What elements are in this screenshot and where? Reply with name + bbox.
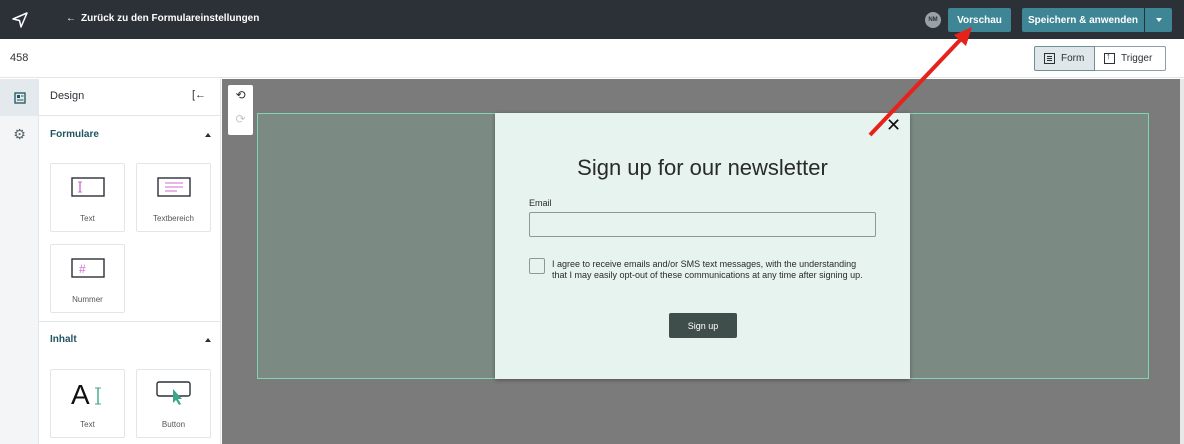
back-arrow-icon: ← [66, 13, 76, 24]
undo-icon[interactable]: ⟲ [228, 88, 253, 108]
tab-form[interactable]: Form [1034, 46, 1095, 71]
button-icon [155, 381, 191, 405]
history-controls: ⟲ ⟳ [228, 85, 253, 135]
form-icon [1044, 53, 1055, 64]
signup-modal[interactable]: ✕ Sign up for our newsletter Email I agr… [495, 113, 910, 379]
element-label: Nummer [72, 295, 103, 304]
consent-text: I agree to receive emails and/or SMS tex… [552, 259, 863, 280]
avatar[interactable]: NM [925, 12, 941, 28]
redo-icon[interactable]: ⟳ [228, 112, 253, 132]
layout-icon [13, 91, 26, 104]
sub-bar: 458 Form Trigger [0, 39, 1184, 78]
consent-checkbox[interactable] [529, 258, 545, 274]
section-inhalt-header[interactable]: Inhalt [39, 322, 221, 358]
textarea-icon [156, 177, 191, 197]
left-rail: ⚙ [0, 79, 39, 444]
preview-button[interactable]: Vorschau [948, 8, 1011, 32]
chevron-up-icon [205, 338, 211, 342]
element-label: Textbereich [153, 214, 194, 223]
svg-text:A: A [71, 379, 90, 408]
section-formulare-header[interactable]: Formulare [39, 117, 221, 153]
top-bar: ← Zurück zu den Formulareinstellungen NM … [0, 0, 1184, 39]
gear-icon[interactable]: ⚙ [0, 116, 39, 153]
element-content-button[interactable]: Button [136, 369, 211, 438]
collapse-panel-icon[interactable]: [← [192, 89, 206, 101]
text-field-icon [70, 177, 105, 197]
tab-trigger-label: Trigger [1121, 53, 1153, 64]
email-label: Email [529, 198, 552, 208]
rail-design[interactable] [0, 79, 39, 116]
number-icon: # [70, 258, 105, 278]
close-icon[interactable]: ✕ [886, 115, 901, 136]
signup-button[interactable]: Sign up [669, 313, 737, 338]
element-content-text[interactable]: A Text [50, 369, 125, 438]
element-number[interactable]: # Nummer [50, 244, 125, 313]
chevron-up-icon [205, 133, 211, 137]
element-label: Button [161, 420, 186, 429]
svg-text:#: # [79, 262, 86, 276]
element-textarea[interactable]: Textbereich [136, 163, 211, 232]
element-label: Text [80, 420, 95, 429]
section-title: Formulare [50, 129, 99, 140]
section-title: Inhalt [50, 334, 77, 345]
scrollbar[interactable] [1180, 79, 1184, 444]
save-apply-button[interactable]: Speichern & anwenden [1022, 8, 1144, 32]
element-text-field[interactable]: Text [50, 163, 125, 232]
design-panel: Design [← Formulare Text Textbereich # N… [39, 79, 221, 444]
tab-trigger[interactable]: Trigger [1095, 46, 1166, 71]
text-content-icon: A [71, 379, 101, 408]
panel-header: Design [← [39, 79, 221, 116]
send-icon[interactable] [0, 0, 39, 39]
back-link-label: Zurück zu den Formulareinstellungen [81, 13, 260, 24]
panel-title: Design [50, 90, 85, 102]
email-field[interactable] [529, 212, 876, 237]
modal-title[interactable]: Sign up for our newsletter [495, 155, 910, 181]
save-options-dropdown[interactable] [1145, 8, 1172, 32]
tab-form-label: Form [1061, 53, 1085, 64]
element-label: Text [80, 214, 95, 223]
form-id: 458 [10, 52, 29, 64]
back-link[interactable]: ← Zurück zu den Formulareinstellungen [66, 13, 259, 24]
trigger-icon [1104, 51, 1115, 64]
